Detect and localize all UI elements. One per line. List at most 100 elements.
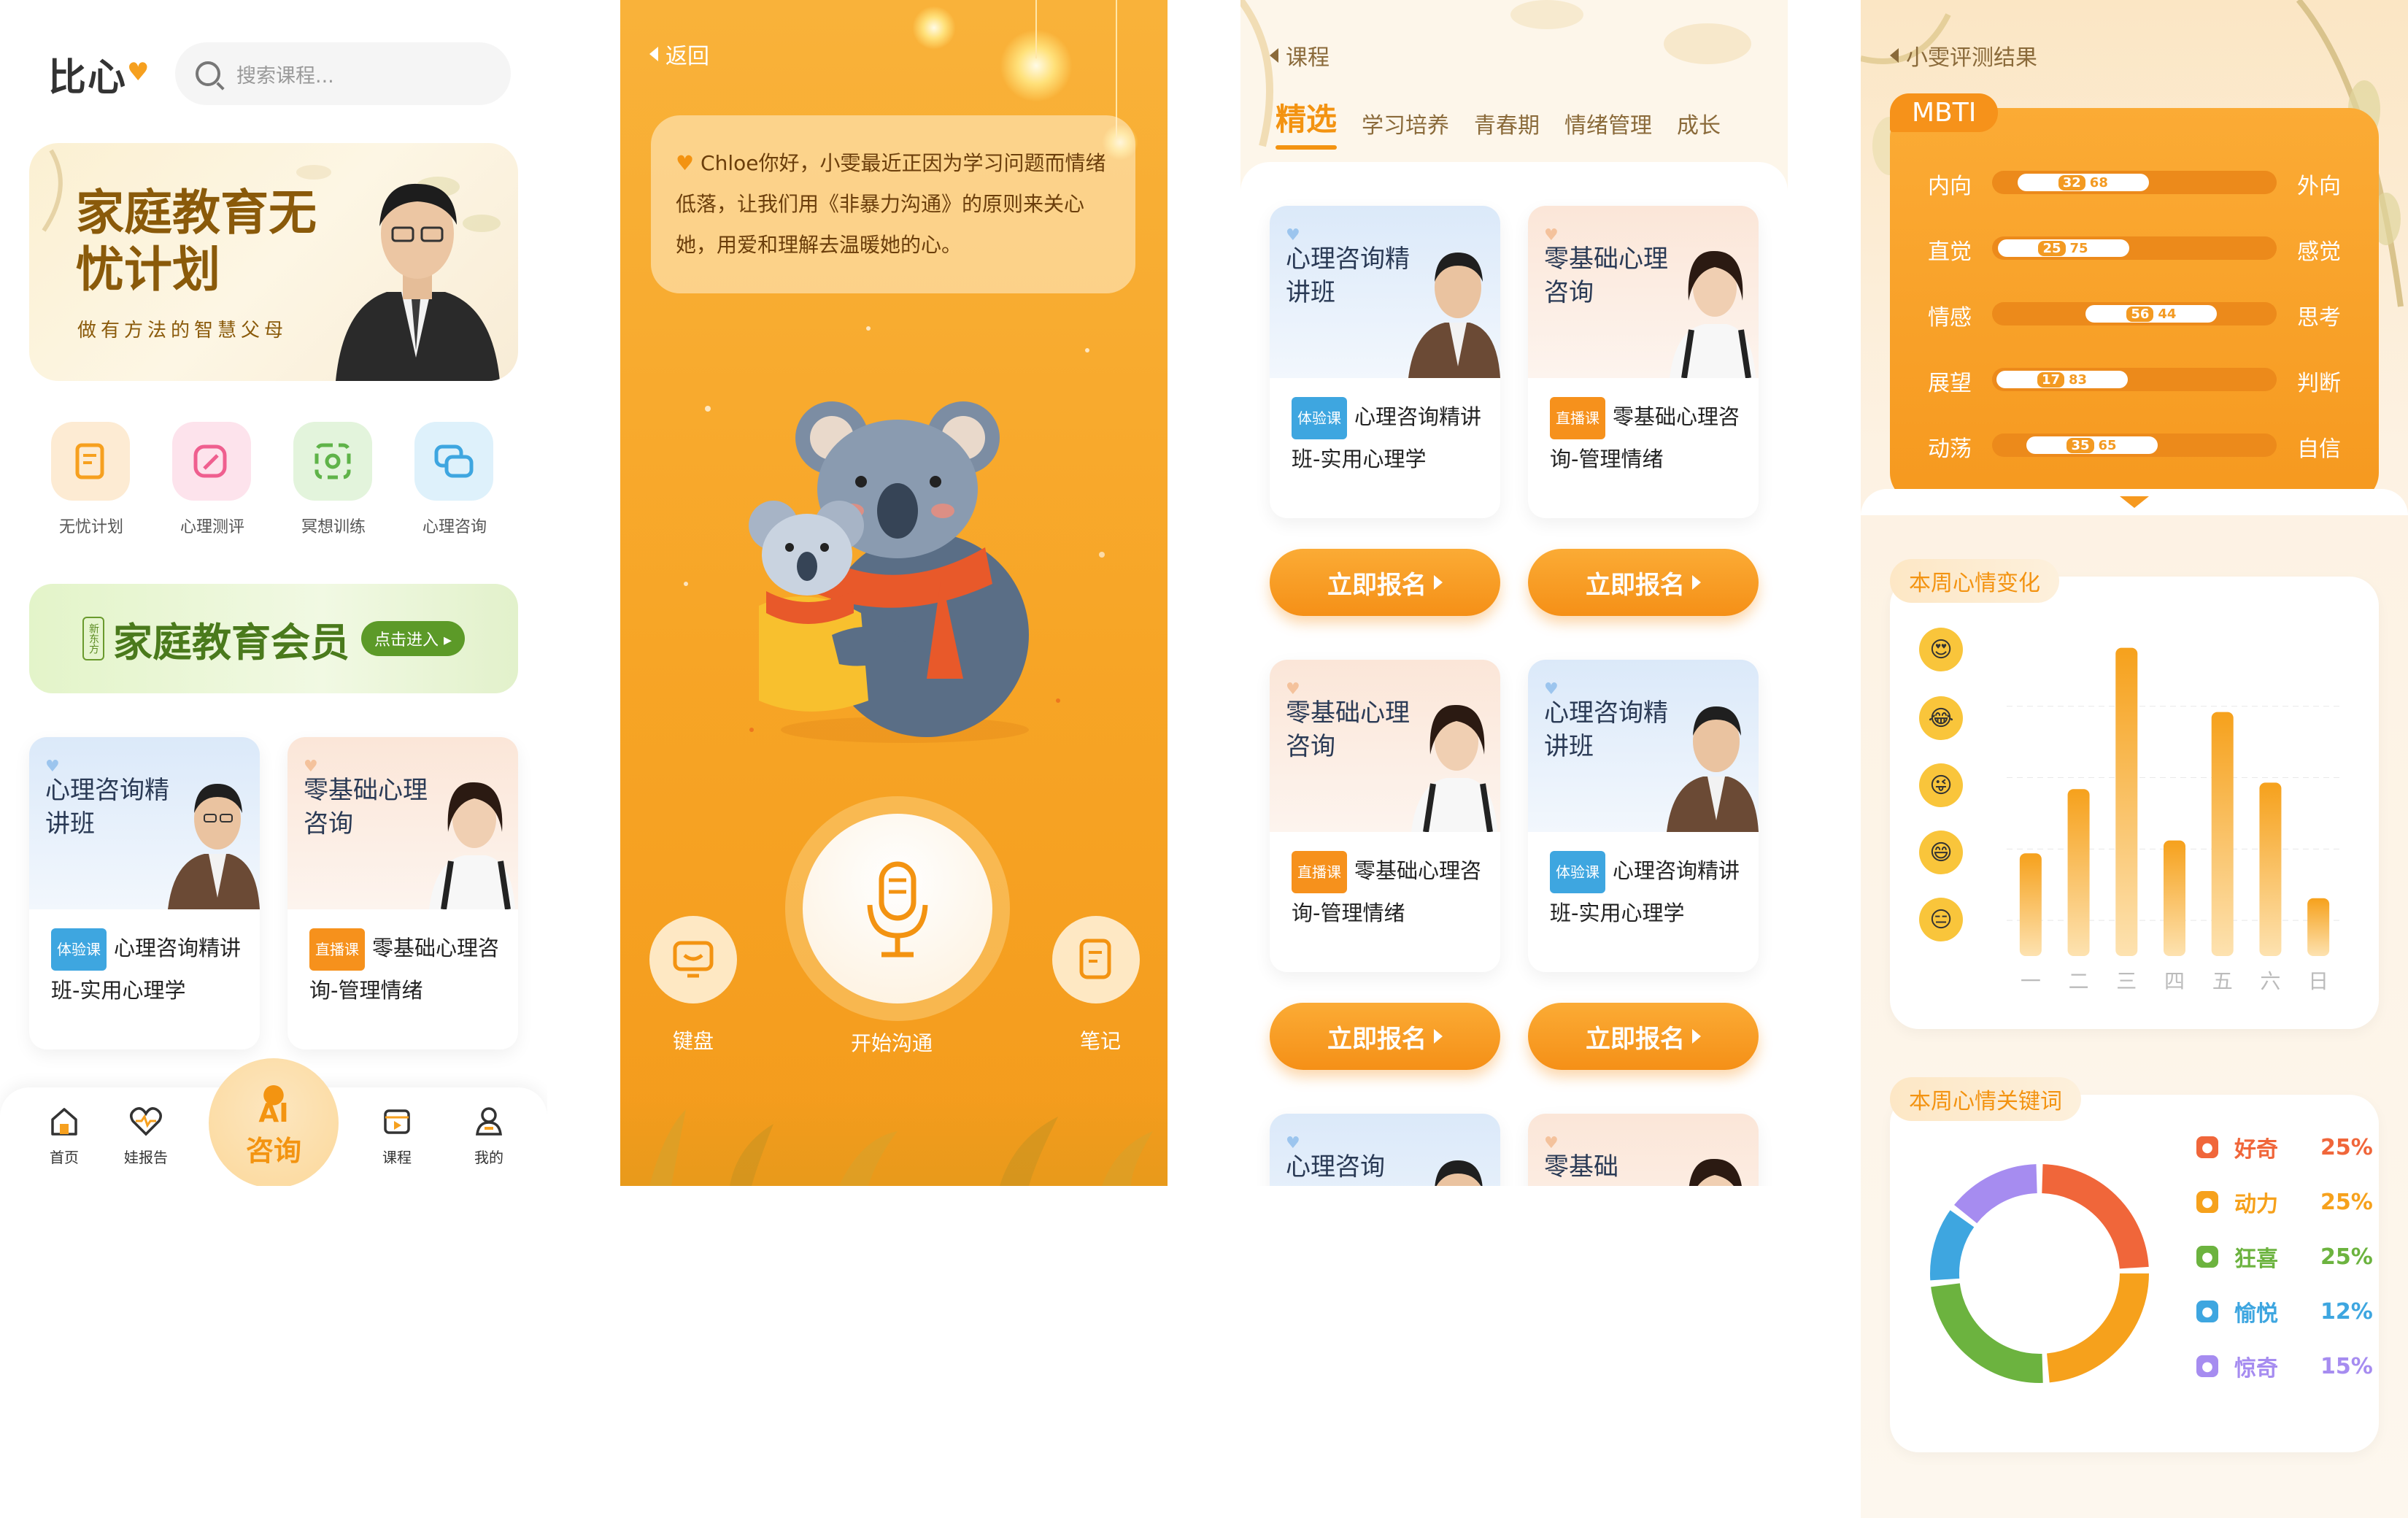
grin-icon: 😄 [1919,831,1963,874]
emotion-icon: ● [2196,1191,2218,1213]
mbti-score-b: 83 [2069,371,2088,388]
emotion-icon: ● [2196,1301,2218,1322]
grid-label: 冥想训练 [301,518,366,536]
mbti-score-pill: 32 68 [2017,174,2149,191]
search-icon [196,61,220,86]
course-card-title: 零基础心理咨询 [1286,698,1410,761]
mbti-score-a: 56 [2126,306,2154,322]
signup-label: 立即报名 [1327,570,1427,600]
donut-slice [1930,1210,1975,1281]
tab-home[interactable]: 首页 [28,1105,101,1167]
signup-button[interactable]: 立即报名 [1528,549,1759,616]
tab-mine[interactable]: 我的 [452,1105,525,1167]
keyword-item: ● 愉悦 12% [2196,1295,2373,1328]
mbti-left-label: 内向 [1928,174,1972,199]
course-card[interactable]: ♥ 心理咨询精讲班 体验课 心理咨询精讲班-实用心理学 [29,737,260,1049]
course-card[interactable]: ♥ 零基础心理咨询 直播课 零基础心理咨询-管理情绪 [288,737,518,1049]
mbti-score-pill: 25 75 [1997,239,2129,257]
play-icon [1434,575,1443,590]
tab-featured[interactable]: 精选 [1276,95,1338,150]
notes-button[interactable] [1052,916,1140,1003]
keyword-label: 惊奇 [2234,1356,2278,1382]
back-button[interactable]: 小雯评测结果 [1890,39,2037,72]
home-banner[interactable]: 家庭教育无忧计划 做有方法的智慧父母 [29,143,518,381]
day-tick-label: 二 [2069,969,2089,993]
ai-message-text: Chloe你好，小雯最近正因为学习问题而情绪低落，让我们用《非暴力沟通》的原则来… [676,151,1106,257]
tab-emotion[interactable]: 情绪管理 [1564,107,1652,139]
course-card[interactable]: ♥ 零基础心理咨询 直播课 零基础心理咨询-管理情绪 [1528,206,1759,518]
course-card-title: 心理咨询 [1286,1152,1385,1182]
course-tag: 体验课 [1550,851,1605,893]
grid-label: 无忧计划 [58,518,123,536]
start-talk-button[interactable] [803,814,992,1003]
course-panel: ♥ 心理咨询精讲班 体验课 心理咨询精讲班-实用心理学 ♥ 零基础心理咨询 直播课… [1240,162,1788,1186]
search-input[interactable]: 搜索课程... [175,42,511,105]
keyboard-label: 键盘 [673,1029,714,1053]
day-tick-label: 五 [2212,969,2233,993]
mbti-right-label: 外向 [2297,174,2341,199]
tab-study[interactable]: 学习培养 [1362,107,1449,139]
document-icon [51,422,130,501]
mbti-row: 内向 32 68 外向 [1890,166,2379,199]
mbti-card: MBTI 内向 32 68 外向 直觉 25 75 感觉 情感 56 44 思考 展望 17 83 判断 动荡 3… [1890,93,2379,502]
heart-icon: ♥ [127,58,151,87]
grid-item-plan[interactable]: 无忧计划 [51,422,131,537]
signup-label: 立即报名 [1586,1024,1685,1054]
keywords-card: 本周心情关键词 ● 好奇 25% ● 动力 25% ● 狂喜 25% ● 愉悦 12% ● 惊奇 15% [1890,1077,2379,1452]
grid-item-counseling[interactable]: 心理咨询 [414,422,495,537]
mbti-score-a: 17 [2037,371,2064,388]
mbti-row: 情感 56 44 思考 [1890,298,2379,331]
tongue-icon: 😜 [1919,763,1963,807]
course-card[interactable]: ♥ 零基础心理咨询 直播课 零基础心理咨询-管理情绪 [1270,660,1500,972]
chat-icon [414,422,493,501]
signup-button[interactable]: 立即报名 [1270,549,1500,616]
tab-growth[interactable]: 成长 [1677,107,1721,139]
mbti-right-label: 思考 [2297,305,2341,331]
grid-item-meditation[interactable]: 冥想训练 [293,422,374,537]
tab-course[interactable]: 课程 [360,1105,433,1167]
logo-text: 比心 [48,56,128,100]
course-card[interactable]: ♥ 心理咨询精讲班 体验课 心理咨询精讲班-实用心理学 [1528,660,1759,972]
membership-banner[interactable]: 新东方 家庭教育会员 点击进入 ▸ [29,584,518,693]
mbti-score-b: 44 [2158,306,2177,322]
course-card[interactable]: ♥ 心理咨询 [1270,1114,1500,1186]
day-tick-label: 三 [2116,969,2137,993]
course-tag: 体验课 [1292,397,1347,439]
member-enter-label: 点击进入 [374,631,439,650]
mbti-right-label: 自信 [2297,436,2341,462]
category-tabs: 精选 学习培养 青春期 情绪管理 成长 [1276,95,1721,150]
member-enter-button[interactable]: 点击进入 ▸ [360,621,466,656]
donut-slice [2041,1164,2149,1269]
keyword-label: 愉悦 [2234,1301,2278,1327]
mbti-score-a: 35 [2067,437,2094,453]
mbti-track: 56 44 [1992,302,2277,325]
grid-label: 心理咨询 [422,518,487,536]
course-card[interactable]: ♥ 零基础 [1528,1114,1759,1186]
signup-button[interactable]: 立即报名 [1270,1003,1500,1070]
course-list-screen: 课程 精选 学习培养 青春期 情绪管理 成长 ♥ 心理咨询精讲班 体验课 心理咨询… [1240,0,1788,1186]
teacher-photo [1411,704,1497,832]
grid-item-assessment[interactable]: 心理测评 [172,422,252,537]
donut-slice [1954,1164,2038,1224]
member-title: 家庭教育会员 [112,618,350,666]
back-button[interactable]: 返回 [649,38,709,70]
tab-adolescence[interactable]: 青春期 [1474,107,1540,139]
teacher-photo [1408,253,1500,378]
calendar-icon [360,1105,433,1143]
mood-bar [2259,782,2282,956]
tab-label: 首页 [50,1149,79,1166]
mbti-right-label: 判断 [2297,371,2341,396]
teacher-photo [1670,250,1756,378]
ai-consult-button[interactable]: ● AI 咨询 [209,1058,339,1186]
keyboard-button[interactable] [649,916,737,1003]
signup-button[interactable]: 立即报名 [1528,1003,1759,1070]
mbti-score-pill: 17 83 [1996,371,2128,388]
keyword-percent: 25% [2320,1134,2373,1160]
tab-report[interactable]: 娃报告 [109,1105,182,1167]
mbti-score-b: 75 [2069,240,2088,256]
keyword-item: ● 狂喜 25% [2196,1241,2373,1273]
home-screen: 比心♥ 搜索课程... 家庭教育无忧计划 做有方法的智慧父母 无忧计划 心理测评… [0,0,547,1186]
mood-bar-chart: 一二三四五六日 [2007,647,2342,993]
course-card[interactable]: ♥ 心理咨询精讲班 体验课 心理咨询精讲班-实用心理学 [1270,206,1500,518]
back-button[interactable]: 课程 [1270,39,1330,72]
